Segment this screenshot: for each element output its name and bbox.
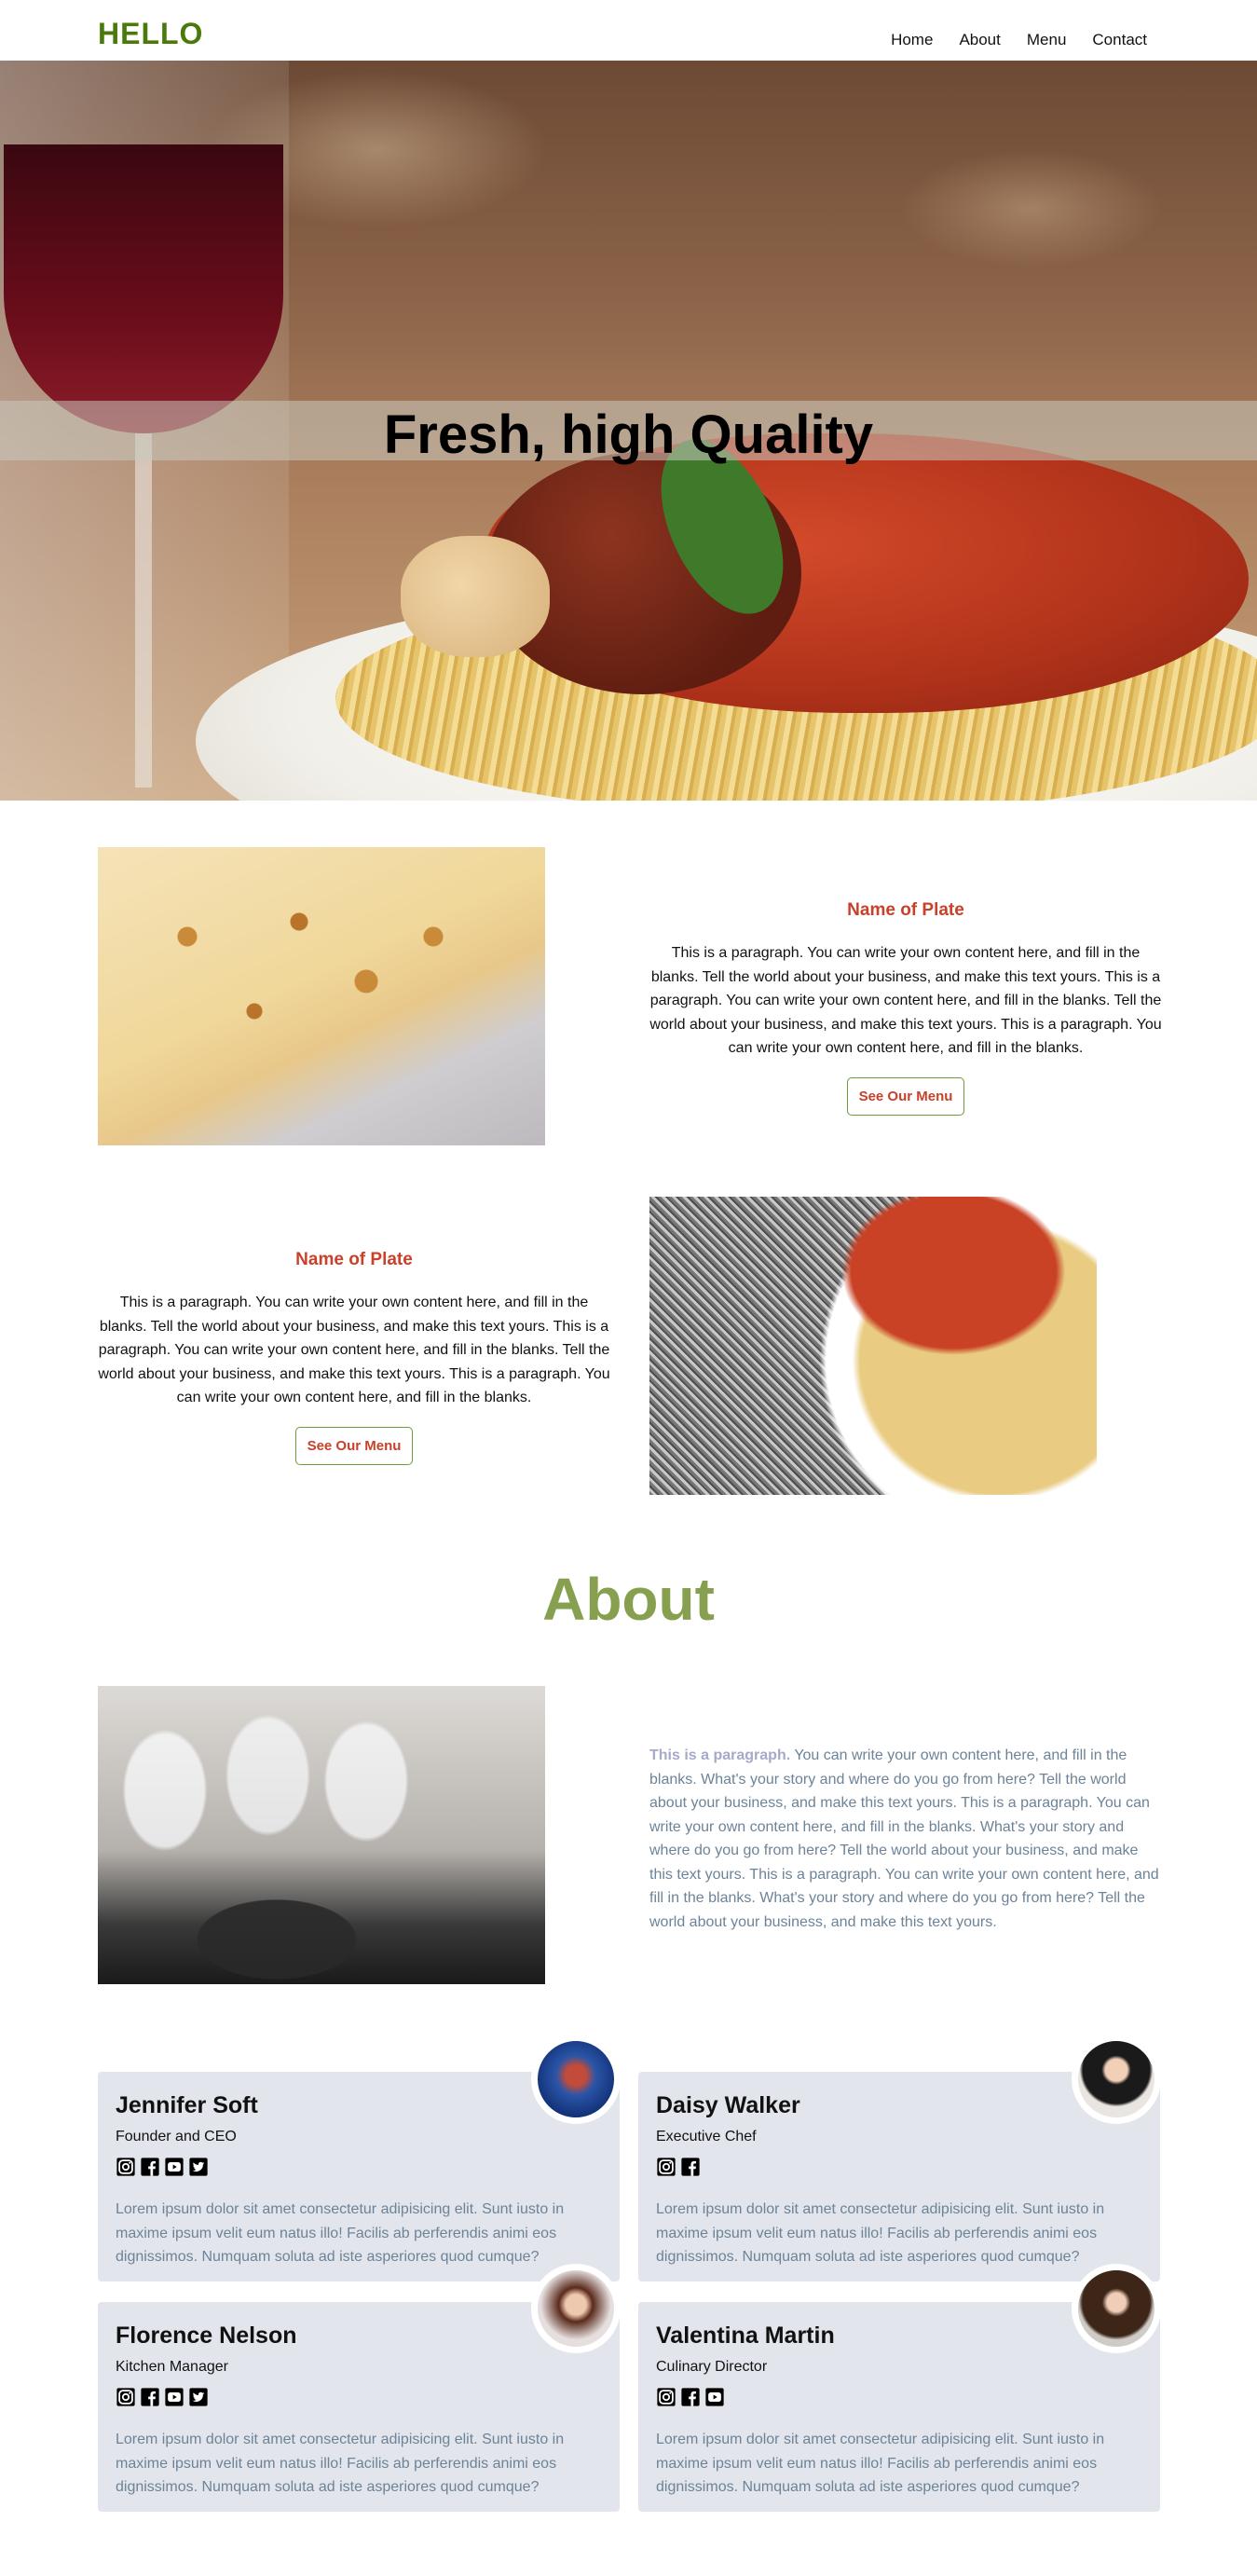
youtube-icon[interactable] (164, 2387, 184, 2407)
nav-home-link[interactable]: Home (891, 31, 933, 49)
about-lead: This is a paragraph. (649, 1747, 791, 1763)
social-icons (656, 2387, 1142, 2407)
member-bio: Lorem ipsum dolor sit amet consectetur a… (116, 2201, 565, 2265)
plate-name-heading: Name of Plate (295, 1250, 413, 1269)
pizza-image (98, 847, 545, 1145)
member-bio: Lorem ipsum dolor sit amet consectetur a… (656, 2201, 1105, 2265)
youtube-icon[interactable] (704, 2387, 725, 2407)
feature-paragraph: This is a paragraph. You can write your … (649, 945, 1162, 1056)
facebook-icon[interactable] (680, 2157, 701, 2177)
member-name: Daisy Walker (656, 2092, 800, 2118)
feature-text-2: Name of Plate This is a paragraph. You c… (98, 1250, 610, 1465)
avatar (531, 2264, 621, 2353)
member-name: Jennifer Soft (116, 2092, 258, 2118)
see-our-menu-button[interactable]: See Our Menu (846, 1076, 965, 1116)
about-paragraph: This is a paragraph. You can write your … (649, 1744, 1160, 1934)
about-heading: About (542, 1566, 715, 1633)
feature-text-1: Name of Plate This is a paragraph. You c… (649, 900, 1162, 1116)
spaghetti-image (649, 1197, 1097, 1495)
hero-bread-image (401, 536, 550, 657)
plate-name-heading: Name of Plate (847, 900, 964, 920)
about-section: This is a paragraph. You can write your … (0, 1686, 1257, 2040)
instagram-icon[interactable] (116, 2387, 136, 2407)
social-icons (116, 2157, 602, 2177)
member-bio: Lorem ipsum dolor sit amet consectetur a… (116, 2432, 565, 2495)
facebook-icon[interactable] (680, 2387, 701, 2407)
see-our-menu-button[interactable]: See Our Menu (294, 1426, 414, 1465)
feature-paragraph: This is a paragraph. You can write your … (98, 1295, 610, 1405)
member-role: Culinary Director (656, 2359, 768, 2375)
site-header: HELLO Home About Menu Contact (0, 0, 1257, 61)
kitchen-staff-image (98, 1686, 545, 1984)
member-role: Founder and CEO (116, 2129, 237, 2144)
avatar (1072, 2035, 1161, 2124)
facebook-icon[interactable] (140, 2157, 160, 2177)
avatar (531, 2035, 621, 2124)
youtube-icon[interactable] (164, 2157, 184, 2177)
site-logo[interactable]: HELLO (98, 17, 203, 51)
facebook-icon[interactable] (140, 2387, 160, 2407)
member-role: Kitchen Manager (116, 2359, 228, 2375)
social-icons (116, 2387, 602, 2407)
wine-image (4, 144, 283, 433)
team-section: Jennifer Soft Founder and CEO Lorem ipsu… (0, 2035, 1257, 2562)
feature-row-2: Name of Plate This is a paragraph. You c… (0, 1197, 1257, 1546)
instagram-icon[interactable] (656, 2387, 676, 2407)
nav-menu-link[interactable]: Menu (1027, 31, 1067, 49)
member-bio: Lorem ipsum dolor sit amet consectetur a… (656, 2432, 1105, 2495)
nav-about-link[interactable]: About (959, 31, 1000, 49)
member-name: Florence Nelson (116, 2323, 297, 2349)
social-icons (656, 2157, 1142, 2177)
hero-title: Fresh, high Quality (383, 404, 874, 465)
glass-stem-image (135, 433, 152, 788)
member-name: Valentina Martin (656, 2323, 835, 2349)
avatar (1072, 2264, 1161, 2353)
twitter-icon[interactable] (188, 2387, 209, 2407)
about-body: You can write your own content here, and… (649, 1747, 1159, 1930)
instagram-icon[interactable] (656, 2157, 676, 2177)
nav-contact-link[interactable]: Contact (1092, 31, 1147, 49)
feature-row-1: Name of Plate This is a paragraph. You c… (0, 847, 1257, 1197)
member-role: Executive Chef (656, 2129, 757, 2144)
main-nav: Home About Menu Contact (865, 31, 1147, 49)
hero-banner: Fresh, high Quality (0, 61, 1257, 801)
twitter-icon[interactable] (188, 2157, 209, 2177)
instagram-icon[interactable] (116, 2157, 136, 2177)
